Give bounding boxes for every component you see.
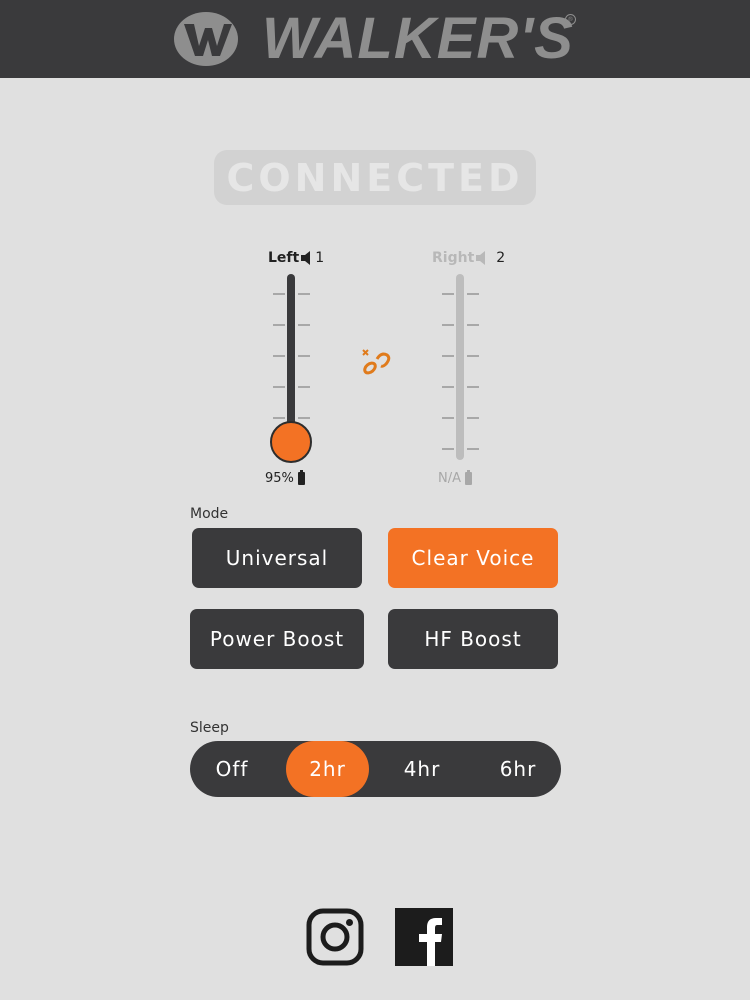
volume-tick bbox=[273, 417, 285, 419]
volume-tick bbox=[298, 355, 310, 357]
volume-tick bbox=[467, 417, 479, 419]
link-chain-icon[interactable] bbox=[360, 347, 392, 377]
volume-tick bbox=[467, 448, 479, 450]
volume-tick bbox=[273, 355, 285, 357]
facebook-icon[interactable] bbox=[395, 908, 453, 966]
volume-tick bbox=[273, 293, 285, 295]
right-volume-track bbox=[456, 274, 464, 460]
volume-tick bbox=[298, 386, 310, 388]
mode-label: Mode bbox=[190, 506, 229, 522]
mode-hf-boost-button[interactable]: HF Boost bbox=[388, 609, 558, 669]
sleep-6hr-option[interactable]: 6hr bbox=[476, 741, 560, 797]
app-header: WALKER'S ® bbox=[0, 0, 750, 78]
mode-clear-voice-button[interactable]: Clear Voice bbox=[388, 528, 558, 588]
volume-tick bbox=[298, 324, 310, 326]
left-ear-name: Left bbox=[268, 250, 300, 266]
speaker-icon bbox=[301, 251, 311, 265]
left-volume-track[interactable] bbox=[287, 274, 295, 444]
battery-icon bbox=[297, 470, 305, 485]
sleep-4hr-option[interactable]: 4hr bbox=[380, 741, 464, 797]
left-battery-level: 95% bbox=[265, 471, 294, 486]
right-battery-level: N/A bbox=[438, 471, 461, 486]
sleep-2hr-option[interactable]: 2hr bbox=[286, 741, 369, 797]
volume-tick bbox=[273, 386, 285, 388]
volume-tick bbox=[442, 355, 454, 357]
left-battery: 95% bbox=[265, 470, 305, 486]
sleep-label: Sleep bbox=[190, 720, 229, 736]
connection-status-badge: CONNECTED bbox=[214, 150, 536, 205]
registered-mark: ® bbox=[565, 14, 576, 25]
volume-tick bbox=[442, 448, 454, 450]
volume-tick bbox=[442, 386, 454, 388]
walkers-w-logo-icon bbox=[174, 12, 238, 66]
left-ear-label: Left 1 bbox=[268, 248, 324, 268]
brand-name: WALKER'S bbox=[262, 6, 574, 71]
mode-universal-button[interactable]: Universal bbox=[192, 528, 362, 588]
speaker-icon bbox=[476, 251, 486, 265]
right-ear-name: Right bbox=[432, 250, 475, 266]
volume-tick bbox=[467, 293, 479, 295]
sleep-timer-selector: Off 2hr 4hr 6hr bbox=[190, 741, 561, 797]
sleep-off-option[interactable]: Off bbox=[190, 741, 274, 797]
volume-tick bbox=[442, 324, 454, 326]
volume-tick bbox=[442, 293, 454, 295]
mode-power-boost-button[interactable]: Power Boost bbox=[190, 609, 364, 669]
volume-tick bbox=[442, 417, 454, 419]
battery-icon bbox=[465, 470, 472, 485]
left-volume-knob[interactable] bbox=[270, 421, 312, 463]
instagram-icon[interactable] bbox=[306, 908, 364, 966]
volume-tick bbox=[298, 417, 310, 419]
volume-tick bbox=[467, 386, 479, 388]
left-ear-number: 1 bbox=[315, 250, 325, 266]
right-ear-label: Right 2 bbox=[432, 248, 505, 268]
volume-tick bbox=[298, 293, 310, 295]
volume-tick bbox=[467, 355, 479, 357]
volume-tick bbox=[467, 324, 479, 326]
brand-logo: WALKER'S ® bbox=[172, 6, 582, 72]
right-ear-number: 2 bbox=[496, 250, 506, 266]
right-battery: N/A bbox=[438, 470, 472, 486]
volume-tick bbox=[273, 324, 285, 326]
